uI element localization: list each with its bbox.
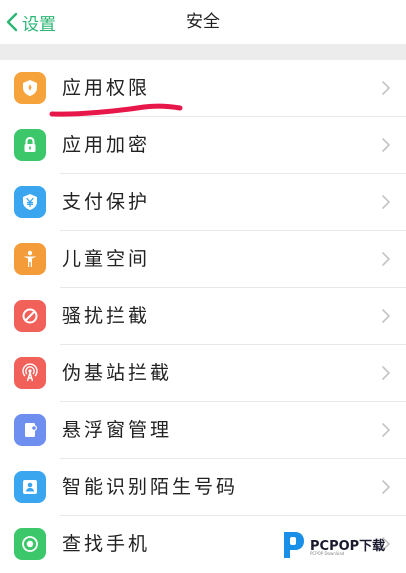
list-item-label: 伪基站拦截	[62, 362, 173, 384]
yen-shield-icon	[14, 186, 46, 218]
block-icon	[14, 300, 46, 332]
list-item-label: 儿童空间	[62, 248, 151, 270]
list-item-payment-protection[interactable]: 支付保护	[0, 174, 406, 231]
section-divider	[0, 44, 406, 60]
chevron-right-icon	[382, 309, 390, 323]
list-item-label: 应用加密	[62, 134, 151, 156]
list-item-label: 支付保护	[62, 191, 151, 213]
chevron-right-icon	[382, 480, 390, 494]
contact-card-icon	[14, 471, 46, 503]
chevron-right-icon	[382, 366, 390, 380]
list-item-label: 智能识别陌生号码	[62, 476, 239, 498]
child-icon	[14, 243, 46, 275]
chevron-right-icon	[382, 81, 390, 95]
signal-tower-icon	[14, 357, 46, 389]
list-item-app-encryption[interactable]: 应用加密	[0, 117, 406, 174]
floating-window-icon	[14, 414, 46, 446]
shield-lock-icon	[14, 72, 46, 104]
list-item-label: 查找手机	[62, 533, 151, 555]
chevron-right-icon	[382, 252, 390, 266]
list-item-label: 骚扰拦截	[62, 305, 151, 327]
chevron-right-icon	[382, 138, 390, 152]
padlock-icon	[14, 129, 46, 161]
watermark-subtext: PCPOP Download	[310, 551, 345, 556]
page-title: 安全	[186, 12, 220, 32]
chevron-right-icon	[382, 423, 390, 437]
list-item-app-permissions[interactable]: 应用权限	[0, 60, 406, 117]
list-item-harassment-blocking[interactable]: 骚扰拦截	[0, 288, 406, 345]
list-item-label: 悬浮窗管理	[62, 419, 173, 441]
list-item-fake-base-station-blocking[interactable]: 伪基站拦截	[0, 345, 406, 402]
back-button[interactable]: 设置	[0, 0, 56, 44]
locate-icon	[14, 528, 46, 560]
chevron-left-icon	[6, 12, 18, 32]
pcpop-logo-icon	[284, 531, 304, 558]
list-item-floating-window-management[interactable]: 悬浮窗管理	[0, 402, 406, 459]
list-item-label: 应用权限	[62, 77, 151, 99]
list-item-kids-space[interactable]: 儿童空间	[0, 231, 406, 288]
back-label: 设置	[22, 14, 56, 35]
navigation-bar: 设置 安全	[0, 0, 406, 44]
chevron-right-icon	[382, 195, 390, 209]
settings-list: 应用权限 应用加密 支付保护 儿童空间 骚扰拦截 伪基站拦截 悬浮窗管理 智能识…	[0, 60, 406, 573]
site-watermark: PCPOP下载 PCPOP Download	[280, 524, 406, 565]
list-item-caller-identification[interactable]: 智能识别陌生号码	[0, 459, 406, 516]
